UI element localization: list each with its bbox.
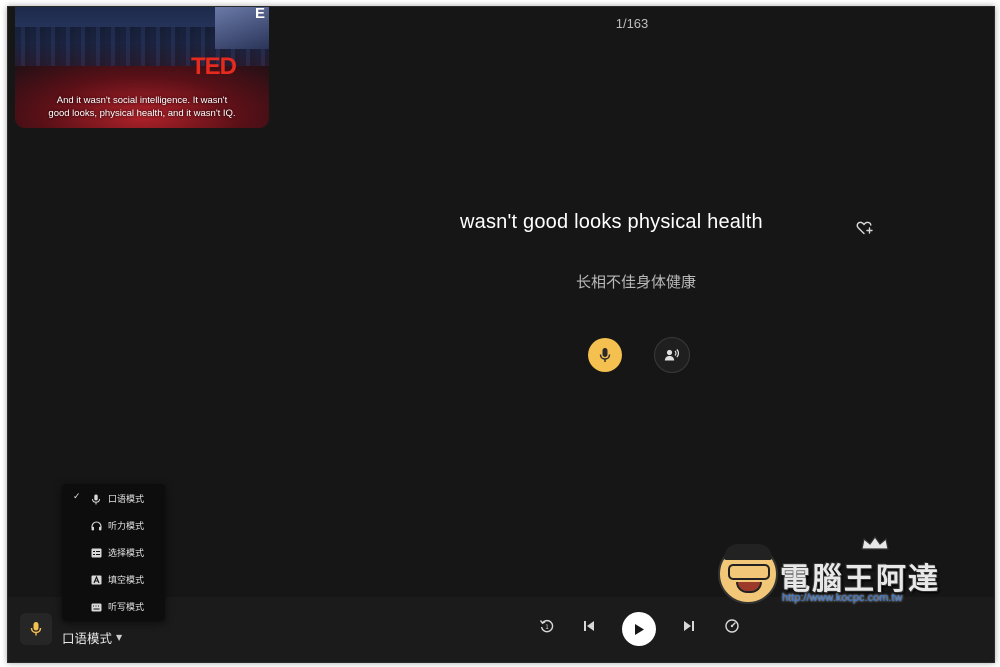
watermark-logo: 電腦王阿達 http://www.kocpc.com.tw	[718, 536, 968, 612]
checklist-icon	[90, 547, 102, 559]
mode-menu: ✓ 口语模式 听力模式 选择模式 填空模式 听写模式	[62, 484, 165, 621]
mode-dropdown-label: 口语模式	[62, 631, 113, 646]
microphone-icon	[599, 348, 611, 362]
previous-button[interactable]	[579, 616, 599, 636]
subtitle-line-1: And it wasn't social intelligence. It wa…	[56, 95, 228, 106]
speaker-person-icon	[664, 349, 680, 361]
caret-down-icon: ▼	[116, 633, 123, 642]
play-icon	[635, 623, 644, 635]
menu-item-listening-mode[interactable]: 听力模式	[62, 515, 165, 537]
sentence-counter: 1/163	[270, 16, 994, 31]
svg-text:1: 1	[545, 624, 549, 631]
menu-item-choice-mode[interactable]: 选择模式	[62, 542, 165, 564]
previous-icon	[584, 621, 594, 631]
next-button[interactable]	[679, 616, 699, 636]
speed-button[interactable]	[722, 616, 742, 636]
crown-icon	[861, 536, 889, 550]
mascot-hair	[724, 544, 772, 560]
menu-item-label: 选择模式	[108, 549, 145, 559]
stage-screen: E	[215, 7, 269, 49]
menu-item-label: 听力模式	[108, 522, 145, 532]
translation-text: 长相不佳身体健康	[576, 273, 697, 291]
check-icon: ✓	[73, 492, 81, 502]
counter-current: 1	[615, 16, 623, 31]
menu-item-fill-blank-mode[interactable]: 填空模式	[62, 569, 165, 591]
watermark-url: http://www.kocpc.com.tw	[782, 592, 903, 604]
mascot-face	[718, 544, 778, 604]
video-subtitle: And it wasn't social intelligence. It wa…	[15, 94, 269, 120]
microphone-icon	[30, 622, 42, 636]
sentence-text: wasn't good looks physical health	[460, 211, 763, 233]
ted-logo: TED	[191, 53, 237, 80]
menu-item-dictation-mode[interactable]: 听写模式	[62, 596, 165, 618]
subtitle-line-2: good looks, physical health, and it wasn…	[48, 108, 236, 119]
speed-icon	[725, 619, 739, 633]
record-button[interactable]	[588, 338, 622, 372]
mode-icon-button[interactable]	[20, 613, 52, 645]
play-button[interactable]	[622, 612, 656, 646]
mascot-mouth	[736, 582, 762, 593]
heart-plus-icon[interactable]	[856, 220, 874, 236]
mode-dropdown[interactable]: 口语模式 ▼	[62, 628, 122, 647]
replay-button[interactable]: 1	[537, 616, 557, 636]
letter-a-icon	[90, 574, 102, 586]
listen-original-button[interactable]	[654, 337, 690, 373]
menu-item-label: 听写模式	[108, 603, 145, 613]
screen-letter: E	[254, 7, 265, 22]
counter-total: 163	[626, 16, 649, 31]
menu-item-speaking-mode[interactable]: ✓ 口语模式	[62, 488, 165, 510]
headphones-icon	[90, 520, 102, 532]
keyboard-icon	[90, 601, 102, 613]
menu-item-label: 口语模式	[108, 495, 145, 505]
video-player[interactable]: E TED And it wasn't social intelligence.…	[15, 7, 269, 128]
menu-item-label: 填空模式	[108, 576, 145, 586]
mascot-glasses	[728, 564, 770, 580]
microphone-icon	[90, 493, 102, 505]
next-icon	[684, 621, 694, 631]
replay-icon: 1	[539, 619, 554, 633]
